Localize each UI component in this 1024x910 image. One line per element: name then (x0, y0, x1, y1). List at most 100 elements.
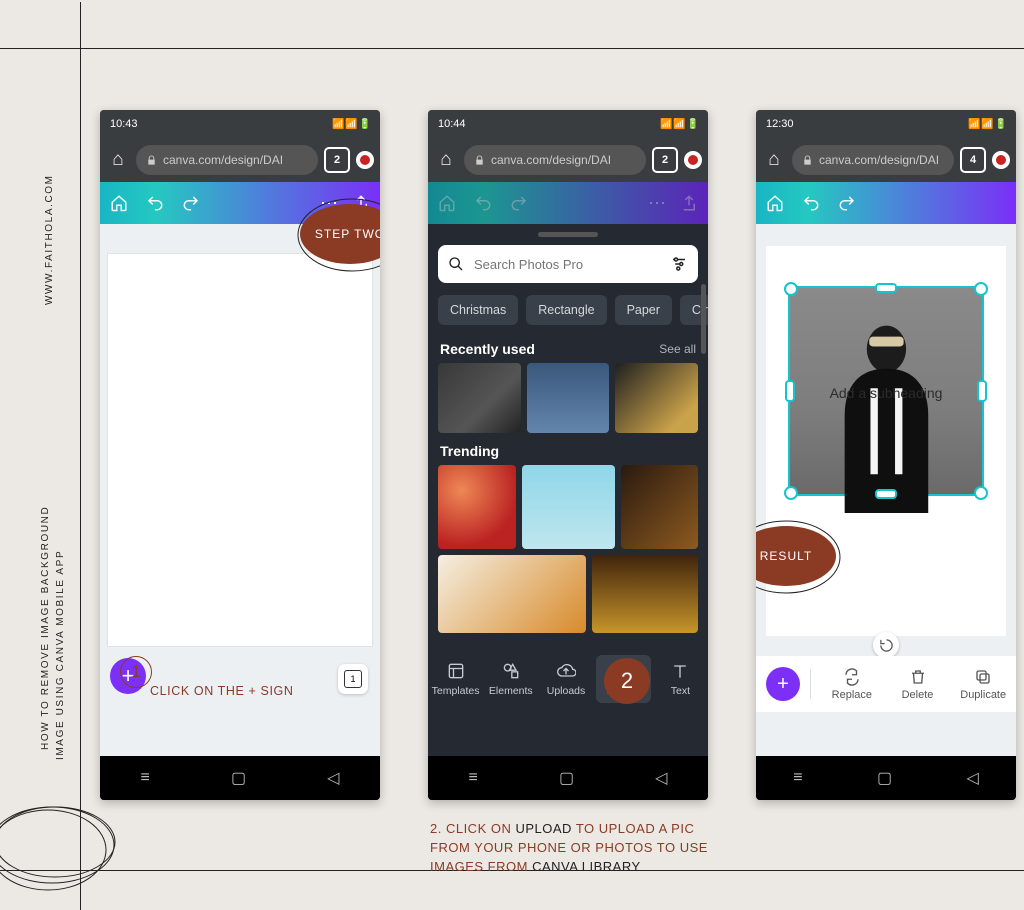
action-delete-label: Delete (902, 689, 934, 701)
undo-icon[interactable] (146, 194, 164, 212)
nav-recent-icon[interactable]: ≡ (793, 769, 802, 787)
photos-panel: Christmas Rectangle Paper Circle Arro Re… (428, 224, 708, 756)
tab-uploads-label: Uploads (547, 685, 586, 697)
delete-icon (909, 668, 927, 686)
canva-home-icon[interactable] (438, 194, 456, 212)
phone-step-one: 10:43 📶 📶 🔋 ⌂ canva.com/design/DAI 2 ⋯ (100, 110, 380, 800)
home-icon[interactable]: ⌂ (106, 149, 130, 171)
lock-icon (474, 155, 485, 166)
clock: 10:43 (110, 118, 138, 130)
android-nav: ≡ ▢ ◁ (428, 756, 708, 800)
action-replace[interactable]: Replace (819, 668, 885, 701)
browser-address-bar: ⌂ canva.com/design/DAI 2 (100, 138, 380, 182)
templates-icon (446, 661, 466, 681)
recent-photo-1[interactable] (438, 363, 521, 433)
trending-photo-4[interactable] (438, 555, 586, 633)
pages-button[interactable]: 1 (338, 664, 368, 694)
sheet-handle[interactable] (538, 232, 598, 237)
duplicate-icon (974, 668, 992, 686)
home-icon[interactable]: ⌂ (434, 149, 458, 171)
browser-menu-icon[interactable] (992, 151, 1010, 169)
redo-icon[interactable] (838, 194, 856, 212)
nav-home-icon[interactable]: ▢ (559, 768, 574, 788)
separator (810, 669, 811, 699)
add-button[interactable]: + (766, 667, 800, 701)
selection-frame[interactable]: Add a subheading (788, 286, 984, 496)
lock-icon (802, 155, 813, 166)
rotate-icon (879, 638, 894, 653)
action-delete[interactable]: Delete (885, 668, 951, 701)
chip-christmas[interactable]: Christmas (438, 295, 518, 325)
recent-photo-2[interactable] (527, 363, 610, 433)
url-text: canva.com/design/DAI (819, 153, 939, 167)
filter-icon[interactable] (670, 255, 688, 273)
share-icon[interactable] (680, 194, 698, 212)
tab-text-label: Text (671, 685, 690, 697)
tab-count[interactable]: 4 (960, 147, 986, 173)
editor-tabs: Templates Elements Uploads Photos Text (428, 646, 708, 712)
phones-row: 10:43 📶 📶 🔋 ⌂ canva.com/design/DAI 2 ⋯ (100, 110, 1024, 810)
uploads-icon (556, 661, 576, 681)
url-field[interactable]: canva.com/design/DAI (792, 145, 954, 175)
divider-vertical (80, 2, 81, 910)
nav-back-icon[interactable]: ◁ (327, 768, 339, 788)
tab-templates[interactable]: Templates (428, 661, 483, 697)
canvas-area[interactable]: Add a subheading + Replace Delete (756, 224, 1016, 756)
tab-text[interactable]: Text (653, 661, 708, 697)
tab-elements[interactable]: Elements (483, 661, 538, 697)
suggestion-chips: Christmas Rectangle Paper Circle Arro (428, 289, 708, 331)
canva-home-icon[interactable] (110, 194, 128, 212)
redo-icon[interactable] (510, 194, 528, 212)
tab-templates-label: Templates (432, 685, 480, 697)
elements-icon (501, 661, 521, 681)
context-actions: + Replace Delete Duplicate (756, 656, 1016, 712)
undo-icon[interactable] (474, 194, 492, 212)
phone-step-two: 10:44 📶 📶 🔋 ⌂ canva.com/design/DAI 2 ⋯ (428, 110, 708, 800)
more-icon[interactable]: ⋯ (648, 193, 666, 214)
caption-prefix: 2. CLICK ON (430, 821, 515, 836)
trending-header: Trending (428, 433, 708, 465)
url-field[interactable]: canva.com/design/DAI (464, 145, 646, 175)
recent-photo-3[interactable] (615, 363, 698, 433)
browser-menu-icon[interactable] (356, 151, 374, 169)
url-field[interactable]: canva.com/design/DAI (136, 145, 318, 175)
action-duplicate[interactable]: Duplicate (950, 668, 1016, 701)
trending-photo-5[interactable] (592, 555, 698, 633)
status-icons: 📶 📶 🔋 (968, 119, 1006, 130)
trending-photo-3[interactable] (621, 465, 699, 549)
caption-upload: UPLOAD (515, 821, 571, 836)
nav-home-icon[interactable]: ▢ (877, 768, 892, 788)
redo-icon[interactable] (182, 194, 200, 212)
canva-home-icon[interactable] (766, 194, 784, 212)
pages-count: 1 (344, 670, 362, 688)
nav-recent-icon[interactable]: ≡ (469, 769, 478, 787)
see-all-link[interactable]: See all (659, 342, 696, 356)
rotate-handle[interactable] (873, 632, 899, 658)
tab-count[interactable]: 2 (652, 147, 678, 173)
home-icon[interactable]: ⌂ (762, 149, 786, 171)
status-icons: 📶 📶 🔋 (332, 119, 370, 130)
tab-count[interactable]: 2 (324, 147, 350, 173)
caption-library: CANVA LIBRARY (532, 859, 641, 874)
status-bar: 12:30 📶 📶 🔋 (756, 110, 1016, 138)
nav-recent-icon[interactable]: ≡ (141, 769, 150, 787)
clock: 10:44 (438, 118, 466, 130)
nav-back-icon[interactable]: ◁ (655, 768, 667, 788)
trending-photo-2[interactable] (522, 465, 615, 549)
undo-icon[interactable] (802, 194, 820, 212)
nav-home-icon[interactable]: ▢ (231, 768, 246, 788)
chip-rectangle[interactable]: Rectangle (526, 295, 606, 325)
status-bar: 10:44 📶 📶 🔋 (428, 110, 708, 138)
tab-uploads[interactable]: Uploads (538, 661, 593, 697)
subheading-text[interactable]: Add a subheading (790, 385, 982, 401)
search-field[interactable] (438, 245, 698, 283)
step-2-caption: 2. CLICK ON UPLOAD TO UPLOAD A PIC FROM … (430, 820, 725, 877)
blank-canvas[interactable] (108, 254, 372, 646)
browser-menu-icon[interactable] (684, 151, 702, 169)
search-input[interactable] (472, 256, 662, 273)
trending-photo-1[interactable] (438, 465, 516, 549)
nav-back-icon[interactable]: ◁ (966, 768, 978, 788)
panel-scrollbar[interactable] (701, 284, 706, 584)
canva-toolbar: ⋯ (428, 182, 708, 224)
chip-paper[interactable]: Paper (615, 295, 672, 325)
